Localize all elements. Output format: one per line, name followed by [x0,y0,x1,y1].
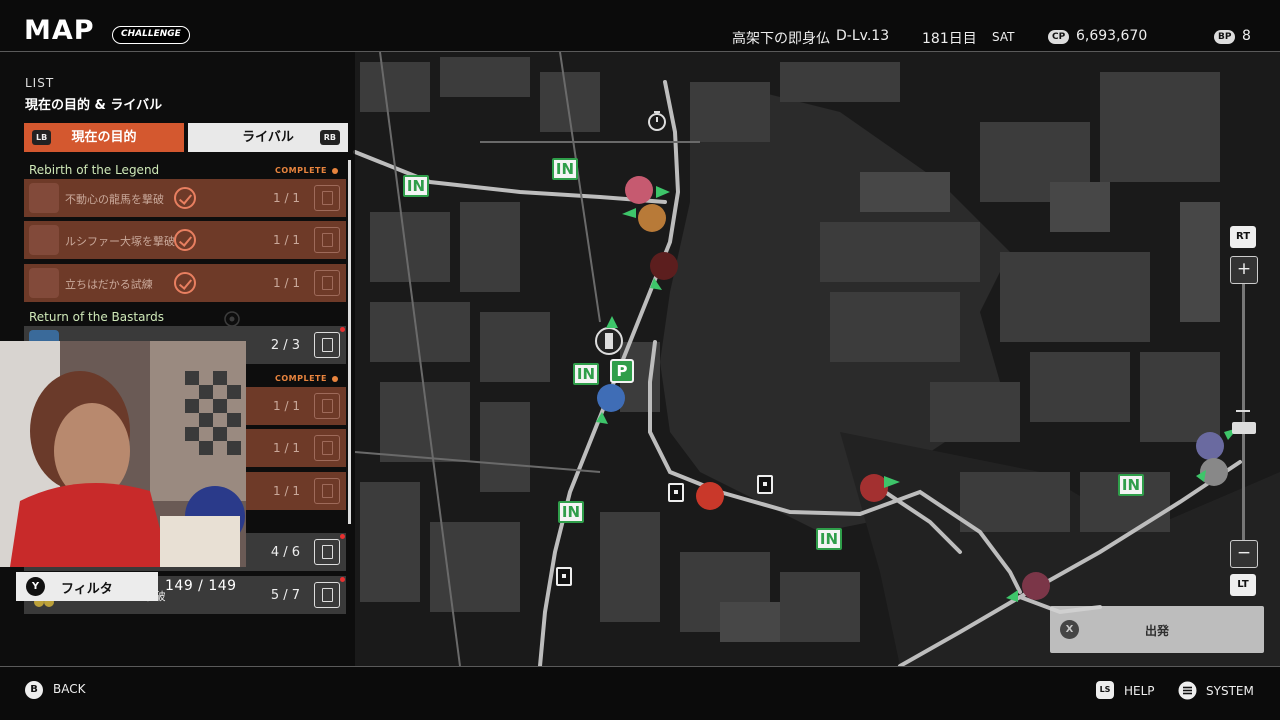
list-subheading: 現在の目的 & ライバル [25,98,163,113]
ls-button-icon[interactable]: LS [1096,681,1114,699]
check-icon [174,229,196,251]
objective-thumbnail [29,268,59,298]
cp-value: 6,693,670 [1076,28,1148,44]
objective-count: 1 / 1 [273,191,300,205]
menu-icon[interactable] [1178,681,1197,700]
bp-icon: BP [1214,30,1236,44]
danger-level: D-Lv.13 [836,28,890,44]
new-indicator [340,534,345,539]
clipboard-icon[interactable] [314,539,340,565]
objective-thumbnail [29,225,59,255]
weekday: SAT [992,30,1015,44]
zoom-out-button[interactable]: − [1230,540,1258,568]
zoom-in-button[interactable]: + [1230,256,1258,284]
b-button-icon[interactable]: B [25,681,43,699]
system-label[interactable]: SYSTEM [1206,684,1254,698]
list-item[interactable]: 立ちはだかる試練 1 / 1 [24,264,346,302]
page-title: MAP [24,15,95,46]
zoom-slider-track[interactable] [1242,284,1245,540]
clipboard-icon[interactable] [314,435,340,461]
objective-thumbnail [29,183,59,213]
objective-count: 1 / 1 [273,276,300,290]
objective-label: 立ちはだかる試練 [65,278,153,291]
tab-label: 現在の目的 [71,130,137,145]
location-name: 高架下の即身仏 [732,31,830,47]
zoom-tick [1236,410,1250,412]
webcam-overlay [0,341,246,567]
top-bar: MAP CHALLENGE 高架下の即身仏 D-Lv.13 181日目 SAT … [0,0,1280,52]
objective-label: ルシファー大塚を撃破 [65,235,175,248]
group-title: Return of the Bastards [29,310,165,324]
clipboard-icon[interactable] [314,478,340,504]
mode-badge: CHALLENGE [112,26,190,44]
streamer-camera-image [0,341,246,567]
clipboard-icon[interactable] [314,227,340,253]
objective-count: 4 / 6 [270,545,300,560]
clipboard-icon[interactable] [314,332,340,358]
clipboard-icon[interactable] [314,582,340,608]
objective-label: 不動心の龍馬を撃破 [65,193,164,206]
objective-count: 1 / 1 [273,233,300,247]
x-button-icon: X [1060,620,1079,639]
list-item[interactable]: 不動心の龍馬を撃破 1 / 1 [24,179,346,217]
objective-count: 2 / 3 [270,338,300,353]
rb-key: RB [319,130,340,145]
objective-count: 1 / 1 [273,441,300,455]
bp-value: 8 [1242,28,1251,44]
list-item[interactable]: ルシファー大塚を撃破 1 / 1 [24,221,346,259]
zoom-out-key: LT [1230,574,1256,596]
check-icon [174,187,196,209]
objective-count: 5 / 7 [270,588,300,603]
zoom-control[interactable]: RT + − LT [1229,226,1259,598]
tab-label: ライバル [242,130,294,145]
bottom-bar: B BACK LS HELP SYSTEM [0,666,1280,720]
zoom-in-key: RT [1230,226,1256,248]
tab-current-objective[interactable]: LB 現在の目的 [24,123,184,152]
objective-count: 1 / 1 [273,399,300,413]
tab-rival[interactable]: ライバル RB [188,123,348,152]
depart-label: 出発 [1145,624,1170,638]
clipboard-icon[interactable] [314,393,340,419]
filter-count: 149 / 149 [165,578,237,594]
group-title: Rebirth of the Legend [29,163,160,177]
filter-label: フィルタ [61,582,113,597]
list-heading: LIST [25,76,55,90]
filter-button[interactable]: Y フィルタ [16,572,158,601]
new-indicator [340,327,345,332]
list-scrollbar[interactable] [348,160,351,524]
lb-key: LB [32,130,52,145]
complete-badge: COMPLETE [275,374,338,383]
help-label[interactable]: HELP [1124,684,1155,698]
cp-icon: CP [1048,30,1070,44]
complete-badge: COMPLETE [275,166,338,175]
clipboard-icon[interactable] [314,185,340,211]
y-button-icon: Y [26,577,45,596]
depart-button[interactable]: X 出発 [1050,606,1264,653]
new-indicator [340,577,345,582]
clipboard-icon[interactable] [314,270,340,296]
zoom-slider-thumb[interactable] [1232,421,1256,434]
back-label[interactable]: BACK [53,682,85,696]
check-icon [174,272,196,294]
day-counter: 181日目 [922,31,977,47]
objective-count: 1 / 1 [273,484,300,498]
